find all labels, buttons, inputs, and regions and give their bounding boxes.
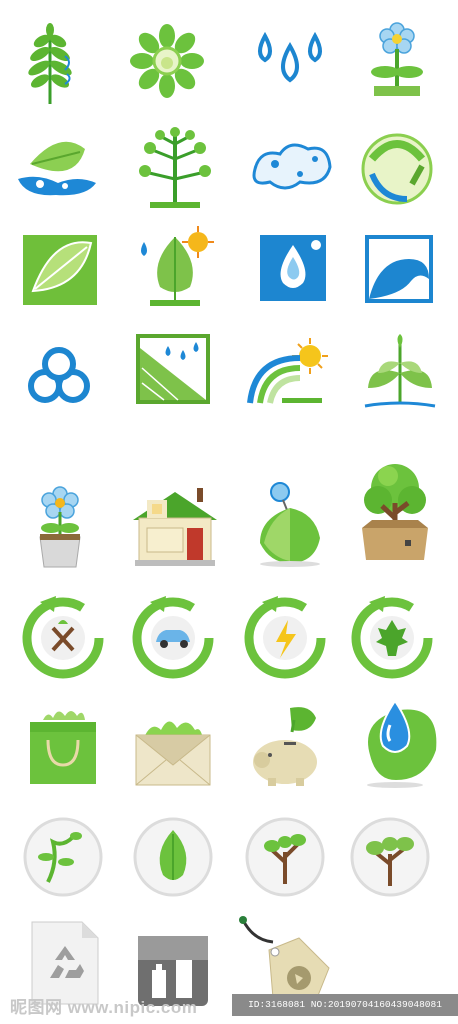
leaf-bulb-icon [245, 478, 335, 568]
leaf-drop-icon [350, 695, 440, 788]
recycle-lightning-icon [240, 590, 330, 680]
potted-flower-icon [15, 482, 105, 572]
tree-box-icon [350, 458, 440, 560]
recycle-tree-icon [18, 590, 108, 680]
recycle-leaf-icon [347, 590, 437, 680]
plant-sprout-icon [355, 328, 445, 418]
rainbow-sun-icon [242, 328, 332, 418]
watermark-id-bar: ID:3168081 NO:20190704160439048081 [232, 994, 458, 1016]
water-bubbles-icon [15, 328, 105, 418]
vine-orb-icon [18, 812, 108, 902]
leaf-splash-icon [10, 124, 100, 214]
fern-leaf-icon [5, 16, 95, 106]
leaf-sun-icon [130, 222, 220, 312]
tree-orb-icon [240, 812, 330, 902]
tree-orb-2-icon [345, 812, 435, 902]
rain-field-square-icon [128, 328, 218, 418]
envelope-icon [128, 700, 218, 790]
leaf-square-icon [15, 225, 105, 315]
water-drops-icon [245, 16, 335, 106]
leaf-orb-icon [128, 812, 218, 902]
green-flower-sun-icon [122, 16, 212, 106]
recycle-car-icon [128, 590, 218, 680]
recycle-globe-icon [352, 124, 442, 214]
house-icon [125, 478, 217, 568]
tree-icon [130, 124, 220, 214]
eco-tag-icon [235, 912, 330, 1009]
piggy-bank-icon [240, 700, 330, 790]
drop-square-icon [248, 225, 338, 315]
watermark-site-text: 昵图网 www.nipic.com [10, 998, 198, 1017]
wave-square-icon [355, 225, 445, 315]
shopping-bag-icon [18, 700, 108, 790]
blue-flower-icon [352, 16, 442, 106]
cloud-splash-icon [245, 124, 335, 214]
